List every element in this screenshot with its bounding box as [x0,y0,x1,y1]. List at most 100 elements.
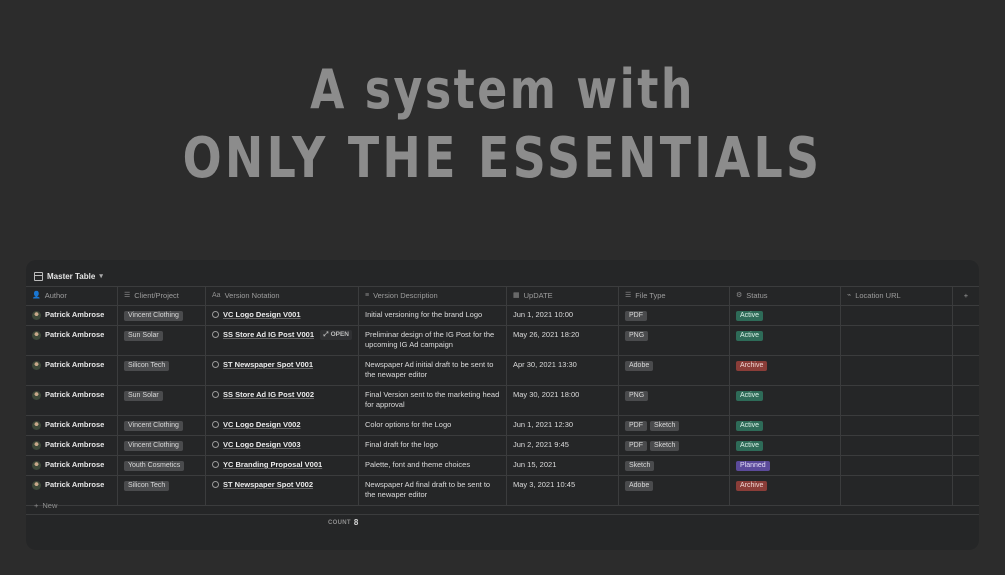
file-type-cell[interactable]: PDF Sketch [619,416,730,435]
column-header-version-description[interactable]: ≡ Version Description [359,287,507,305]
client-cell[interactable]: Vincent Clothing [118,436,206,455]
author-cell[interactable]: Patrick Ambrose [26,356,118,385]
client-cell[interactable]: Silicon Tech [118,476,206,505]
location-url-cell[interactable] [841,416,953,435]
table-row[interactable]: Patrick Ambrose Sun Solar SS Store Ad IG P… [26,386,979,416]
description-cell[interactable]: Final draft for the logo [359,436,507,455]
location-url-cell[interactable] [841,456,953,475]
file-type-cell[interactable]: Sketch [619,456,730,475]
page-icon [212,481,219,488]
author-cell[interactable]: Patrick Ambrose [26,436,118,455]
expand-icon: ⤢ [323,331,329,338]
author-cell[interactable]: Patrick Ambrose [26,326,118,355]
location-url-cell[interactable] [841,476,953,505]
table-row[interactable]: Patrick Ambrose Silicon Tech ST Newspaper … [26,476,979,506]
version-cell[interactable]: ST Newspaper Spot V002 [206,476,359,505]
table-row[interactable]: Patrick Ambrose Vincent Clothing VC Logo D… [26,436,979,456]
status-cell[interactable]: Active [730,386,841,415]
description-cell[interactable]: Newspaper Ad final draft to be sent to t… [359,476,507,505]
version-cell[interactable]: SS Store Ad IG Post V002 [206,386,359,415]
date-cell[interactable]: May 3, 2021 10:45 [507,476,619,505]
version-cell[interactable]: VC Logo Design V002 [206,416,359,435]
open-page-button[interactable]: ⤢ OPEN [320,330,352,340]
table-row[interactable]: Patrick Ambrose Youth Cosmetics YC Brandin… [26,456,979,476]
description-cell[interactable]: Final Version sent to the marketing head… [359,386,507,415]
status-cell[interactable]: Planned [730,456,841,475]
location-url-cell[interactable] [841,436,953,455]
list-icon: ☰ [124,292,131,299]
table-row[interactable]: Patrick Ambrose Vincent Clothing VC Logo D… [26,416,979,436]
file-type-cell[interactable]: Adobe [619,476,730,505]
author-cell[interactable]: Patrick Ambrose [26,456,118,475]
version-cell[interactable]: VC Logo Design V003 [206,436,359,455]
version-cell[interactable]: VC Logo Design V001 [206,306,359,325]
author-cell[interactable]: Patrick Ambrose [26,416,118,435]
description-cell[interactable]: Newspaper Ad initial draft to be sent to… [359,356,507,385]
version-cell[interactable]: YC Branding Proposal V001 [206,456,359,475]
client-cell[interactable]: Sun Solar [118,386,206,415]
client-cell[interactable]: Silicon Tech [118,356,206,385]
date-cell[interactable]: Jun 1, 2021 10:00 [507,306,619,325]
date-cell[interactable]: Jun 2, 2021 9:45 [507,436,619,455]
description-cell[interactable]: Color options for the Logo [359,416,507,435]
location-url-cell[interactable] [841,326,953,355]
table-row[interactable]: Patrick Ambrose Silicon Tech ST Newspaper … [26,356,979,386]
author-person: Patrick Ambrose [32,310,111,320]
column-header-file-type[interactable]: ☰ File Type [619,287,730,305]
client-cell[interactable]: Sun Solar [118,326,206,355]
page-icon [212,391,219,398]
client-cell[interactable]: Youth Cosmetics [118,456,206,475]
status-cell[interactable]: Active [730,416,841,435]
description-text: Palette, font and theme choices [365,460,471,469]
file-type-cell[interactable]: PDF [619,306,730,325]
version-title: ST Newspaper Spot V001 [212,360,352,370]
status-cell[interactable]: Active [730,436,841,455]
author-cell[interactable]: Patrick Ambrose [26,386,118,415]
column-header-author[interactable]: 👤 Author [26,287,118,305]
file-type-cell[interactable]: PNG [619,386,730,415]
table-row[interactable]: Patrick Ambrose Sun Solar SS Store Ad IG P… [26,326,979,356]
version-cell[interactable]: SS Store Ad IG Post V001 ⤢ OPEN [206,326,359,355]
table-row[interactable]: Patrick Ambrose Vincent Clothing VC Logo D… [26,306,979,326]
date-cell[interactable]: May 30, 2021 18:00 [507,386,619,415]
client-cell[interactable]: Vincent Clothing [118,306,206,325]
status-cell[interactable]: Archive [730,356,841,385]
date-cell[interactable]: May 26, 2021 18:20 [507,326,619,355]
page-icon [212,461,219,468]
view-tab-master-table[interactable]: Master Table ▾ [34,269,103,283]
file-type-cell[interactable]: PNG [619,326,730,355]
status-cell[interactable]: Archive [730,476,841,505]
client-cell[interactable]: Vincent Clothing [118,416,206,435]
database-panel: Master Table ▾ 👤 Author ☰ Client/Project Aa V… [26,260,979,550]
file-type-tag: Sketch [650,441,680,451]
author-name: Patrick Ambrose [45,310,105,319]
avatar [32,440,41,450]
location-url-cell[interactable] [841,356,953,385]
description-cell[interactable]: Initial versioning for the brand Logo [359,306,507,325]
file-type-cell[interactable]: PDF Sketch [619,436,730,455]
new-row-button[interactable]: + New [34,501,57,510]
version-title: SS Store Ad IG Post V001 ⤢ OPEN [212,330,352,340]
file-type-cell[interactable]: Adobe [619,356,730,385]
column-header-version-notation[interactable]: Aa Version Notation [206,287,359,305]
status-cell[interactable]: Active [730,326,841,355]
date-cell[interactable]: Apr 30, 2021 13:30 [507,356,619,385]
date-cell[interactable]: Jun 15, 2021 [507,456,619,475]
page-icon [212,361,219,368]
location-url-cell[interactable] [841,386,953,415]
author-cell[interactable]: Patrick Ambrose [26,306,118,325]
version-cell[interactable]: ST Newspaper Spot V001 [206,356,359,385]
location-url-cell[interactable] [841,306,953,325]
column-header-location-url[interactable]: ⌁ Location URL [841,287,953,305]
status-cell[interactable]: Active [730,306,841,325]
description-cell[interactable]: Preliminar design of the IG Post for the… [359,326,507,355]
add-column-button[interactable]: + [953,287,979,305]
count-summary[interactable]: COUNT 8 [328,518,359,527]
column-header-client-project[interactable]: ☰ Client/Project [118,287,206,305]
column-header-status[interactable]: ⚙ Status [730,287,841,305]
column-header-update[interactable]: ▦ UpDATE [507,287,619,305]
date-cell[interactable]: Jun 1, 2021 12:30 [507,416,619,435]
author-name: Patrick Ambrose [45,390,105,399]
column-label: File Type [635,291,666,300]
description-cell[interactable]: Palette, font and theme choices [359,456,507,475]
